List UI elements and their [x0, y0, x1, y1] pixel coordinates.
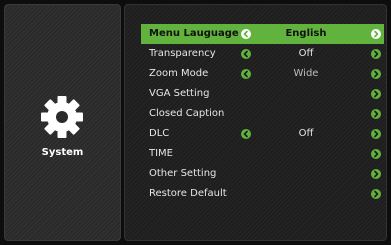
chevron-right-icon[interactable] — [371, 189, 381, 199]
menu-item-time[interactable]: TIME — [141, 144, 384, 164]
menu-item-label: TIME — [149, 148, 174, 159]
menu-item-label: Closed Caption — [149, 108, 225, 119]
menu-item-value: English — [285, 28, 327, 39]
chevron-right-icon[interactable] — [371, 49, 381, 59]
menu-item-closed-caption[interactable]: Closed Caption — [141, 104, 384, 124]
menu-item-value: Wide — [293, 68, 319, 79]
menu-item-menu-lauguage[interactable]: Menu Lauguage English — [141, 24, 384, 44]
menu-item-dlc[interactable]: DLC Off — [141, 124, 384, 144]
chevron-left-icon[interactable] — [241, 69, 251, 79]
chevron-left-icon[interactable] — [241, 29, 251, 39]
menu-item-restore-default[interactable]: Restore Default — [141, 184, 384, 204]
osd-screen: System Menu Lauguage English Transparency O… — [0, 0, 391, 245]
menu-item-value: Off — [298, 128, 314, 139]
menu-item-label: DLC — [149, 128, 170, 139]
menu-item-vga-setting[interactable]: VGA Setting — [141, 84, 384, 104]
chevron-right-icon[interactable] — [371, 169, 381, 179]
chevron-right-icon[interactable] — [371, 129, 381, 139]
chevron-right-icon[interactable] — [371, 149, 381, 159]
category-panel: System — [4, 4, 121, 241]
chevron-left-icon[interactable] — [241, 49, 251, 59]
gear-icon — [39, 94, 85, 140]
menu-item-transparency[interactable]: Transparency Off — [141, 44, 384, 64]
menu-item-label: Restore Default — [149, 188, 227, 199]
menu-item-zoom-mode[interactable]: Zoom Mode Wide — [141, 64, 384, 84]
chevron-right-icon[interactable] — [371, 29, 381, 39]
chevron-left-icon[interactable] — [241, 129, 251, 139]
menu-item-other-setting[interactable]: Other Setting — [141, 164, 384, 184]
chevron-right-icon[interactable] — [371, 89, 381, 99]
menu-item-label: Transparency — [149, 48, 216, 59]
menu-item-label: Zoom Mode — [149, 68, 209, 79]
menu-item-value: Off — [298, 48, 314, 59]
chevron-right-icon[interactable] — [371, 69, 381, 79]
category-label: System — [41, 147, 84, 158]
menu-item-label: Other Setting — [149, 168, 217, 179]
settings-menu: Menu Lauguage English Transparency Off Zoom … — [141, 24, 384, 204]
chevron-right-icon[interactable] — [371, 109, 381, 119]
menu-item-label: Menu Lauguage — [149, 28, 239, 39]
menu-item-label: VGA Setting — [149, 88, 210, 99]
